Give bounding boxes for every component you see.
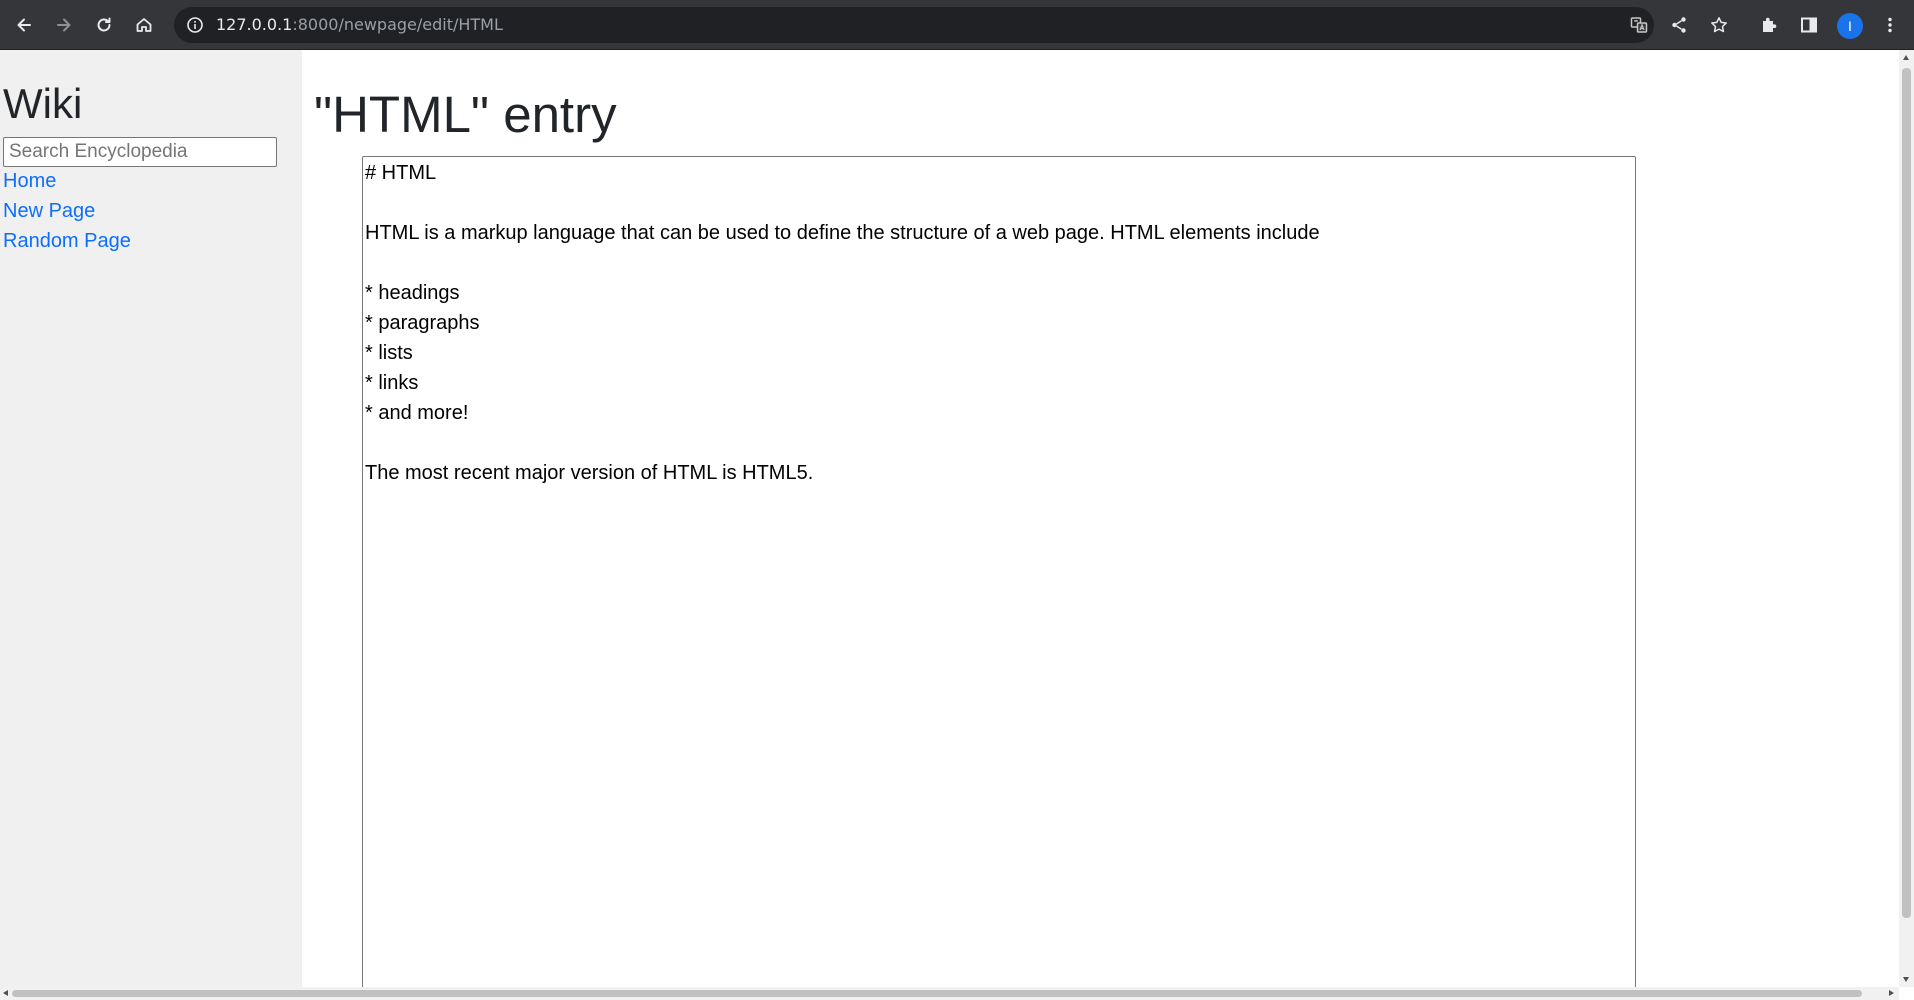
scroll-up-arrow-icon[interactable] [1903,55,1909,60]
puzzle-icon [1763,17,1777,32]
url-path: :8000/newpage/edit/HTML [292,15,503,34]
share-icon [1672,17,1686,33]
arrow-left-icon [17,18,31,32]
nav-link-random-page[interactable]: Random Page [3,229,131,253]
side-panel-button[interactable] [1793,9,1825,41]
bookmark-button[interactable] [1703,9,1735,41]
sidebar: Wiki Home New Page Random Page [0,50,302,987]
back-button[interactable] [8,9,40,41]
url-host: 127.0.0.1 [216,15,293,34]
vertical-scroll-thumb[interactable] [1902,68,1911,918]
browser-toolbar: 127.0.0.1:8000/newpage/edit/HTML I [0,0,1914,50]
reload-button[interactable] [88,9,120,41]
scroll-left-arrow-icon[interactable] [3,990,8,996]
content-editor[interactable]: # HTML HTML is a markup language that ca… [362,156,1636,996]
page-title: "HTML" entry [314,86,617,143]
address-bar[interactable]: 127.0.0.1:8000/newpage/edit/HTML [174,7,1654,43]
home-icon [136,18,152,32]
site-title: Wiki [3,80,83,127]
horizontal-scrollbar[interactable] [0,987,1899,1000]
nav-link-new-page[interactable]: New Page [3,199,95,223]
search-input[interactable] [3,137,277,167]
reload-icon [97,17,111,32]
side-panel-icon [1801,17,1817,33]
profile-avatar[interactable]: I [1837,13,1863,39]
forward-button[interactable] [48,9,80,41]
info-icon[interactable] [186,16,204,34]
home-button[interactable] [128,9,160,41]
star-icon [1711,17,1727,33]
extensions-button[interactable] [1753,9,1785,41]
share-button[interactable] [1663,9,1695,41]
menu-button[interactable] [1874,9,1906,41]
translate-icon [1630,17,1648,33]
vertical-scrollbar[interactable] [1899,50,1914,987]
scroll-down-arrow-icon[interactable] [1903,977,1909,982]
scroll-right-arrow-icon[interactable] [1889,990,1894,996]
translate-button[interactable] [1623,9,1655,41]
nav-link-home[interactable]: Home [3,169,56,193]
kebab-menu-icon [1888,17,1892,33]
url-text: 127.0.0.1:8000/newpage/edit/HTML [216,16,503,34]
horizontal-scroll-thumb[interactable] [12,990,1862,997]
arrow-right-icon [57,18,71,32]
